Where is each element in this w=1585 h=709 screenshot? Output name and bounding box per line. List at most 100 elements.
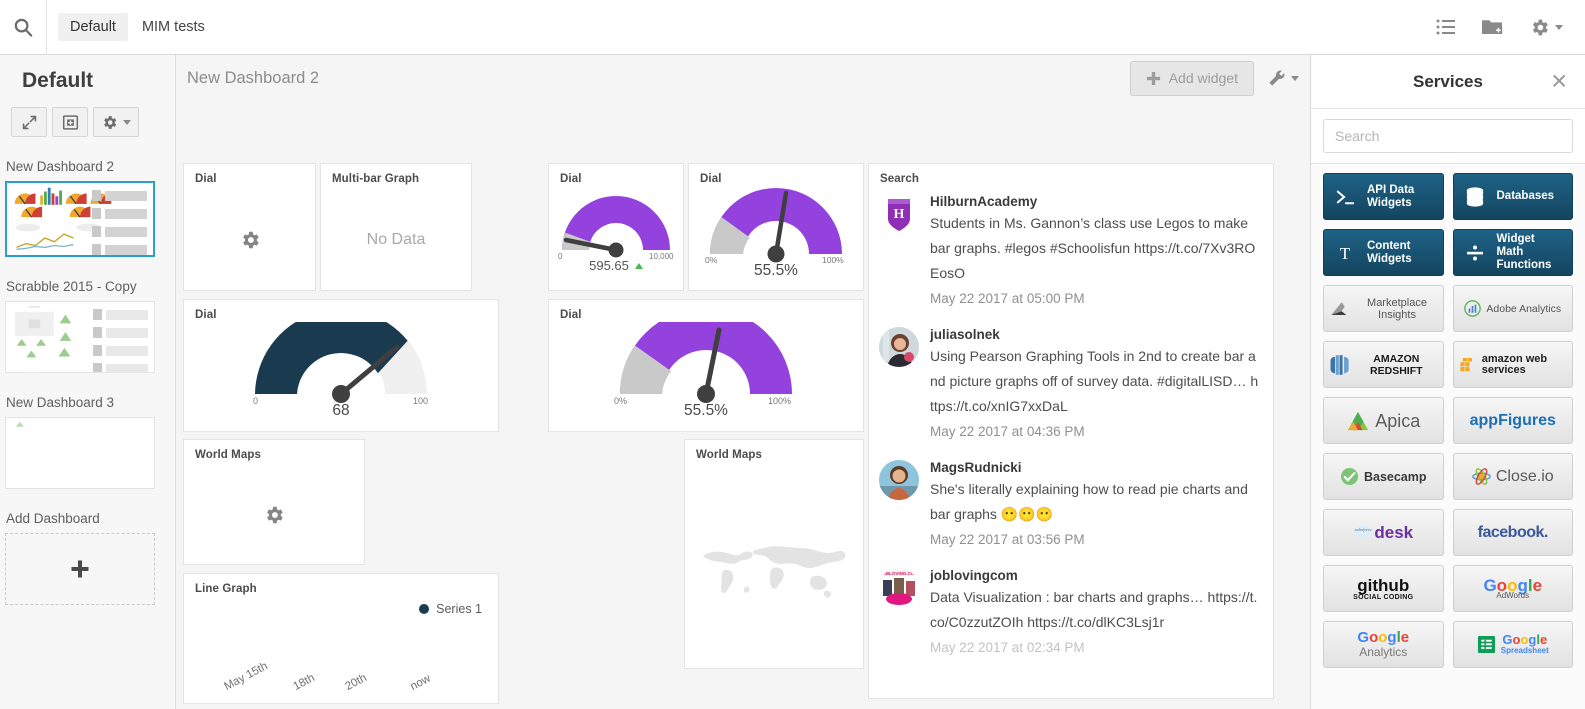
page-title: New Dashboard 2 <box>187 68 320 87</box>
service-tile-apica[interactable]: Apica <box>1323 397 1444 444</box>
list-item[interactable]: MagsRudnicki She's literally explaining … <box>879 460 1259 552</box>
close-icon[interactable]: ✕ <box>1550 71 1568 92</box>
import-box-icon[interactable] <box>52 107 88 137</box>
tweet-text: Using Pearson Graphing Tools in 2nd to c… <box>930 348 1259 414</box>
sidebar-item-new-dashboard-2[interactable] <box>5 181 155 257</box>
sidebar-item-scrabble-2015-copy[interactable] <box>5 301 155 373</box>
gear-icon <box>242 231 259 249</box>
widget-search-tweets[interactable]: Search H HilburnAcademy Students in Ms. … <box>868 163 1274 699</box>
add-folder-icon[interactable] <box>1482 18 1503 36</box>
list-icon[interactable] <box>1436 19 1456 35</box>
x-tick-label: May 15th <box>222 660 270 693</box>
service-tile-appfigures[interactable]: appFigures <box>1452 397 1573 444</box>
gauge-min-label: 0 <box>253 396 258 404</box>
service-tile-google-analytics[interactable]: Google Analytics <box>1323 621 1444 668</box>
gauge-dial-68: 0 100 68 <box>184 322 498 431</box>
world-map-graphic <box>703 546 846 598</box>
sidebar-toolbar <box>0 107 175 137</box>
tweet-timestamp: May 22 2017 at 04:36 PM <box>930 424 1085 439</box>
widget-title: World Maps <box>195 449 261 461</box>
add-widget-label: Add widget <box>1168 70 1238 86</box>
widget-title: Dial <box>560 173 582 185</box>
widget-dial-55-bottom[interactable]: Dial 0% 100% 55.5% <box>548 299 864 432</box>
widget-dial-55-top[interactable]: Dial 0% 100% 55.5% <box>688 163 864 291</box>
dashboard-thumbnail <box>15 421 24 427</box>
trend-up-icon <box>634 263 643 269</box>
gauge-value: 595.65 <box>589 258 629 273</box>
services-search-input[interactable] <box>1323 119 1573 153</box>
service-tile-facebook[interactable]: facebook. <box>1452 509 1573 556</box>
service-tile-amazon-web-services[interactable]: amazon web services <box>1452 341 1573 388</box>
service-tile-github[interactable]: github SOCIAL CODING <box>1323 565 1444 612</box>
widget-world-maps-placeholder[interactable]: World Maps <box>183 439 365 565</box>
divide-icon <box>1462 243 1488 263</box>
tweet-text: Data Visualization : bar charts and grap… <box>930 589 1258 630</box>
apica-icon <box>1348 411 1369 430</box>
service-category-databases[interactable]: Databases <box>1452 173 1573 220</box>
sidebar-item-new-dashboard-3[interactable] <box>5 417 155 489</box>
tweet-author[interactable]: joblovingcom <box>930 568 1259 583</box>
services-search-row <box>1311 109 1585 164</box>
gauge-value-row: 595.65 <box>549 258 683 273</box>
services-grid: API Data Widgets Databases T Content Wid… <box>1311 164 1585 709</box>
gauge-min-label: 0% <box>614 396 627 404</box>
spreadsheet-icon <box>1477 635 1495 654</box>
service-tile-google-adwords[interactable]: Google AdWords <box>1452 565 1573 612</box>
widget-dial-placeholder[interactable]: Dial <box>183 163 316 291</box>
tweet-text: She's literally explaining how to read p… <box>930 481 1248 522</box>
dashboard-area: New Dashboard 2 Add widget Dial Multi-ba… <box>176 55 1310 709</box>
avatar: JOBLOVING.COM <box>879 568 919 608</box>
widget-world-maps[interactable]: World Maps <box>684 439 864 669</box>
gauge-max-label: 100 <box>413 396 428 404</box>
widget-dial-68[interactable]: Dial 0 100 68 <box>183 299 499 432</box>
google-wordmark: Google <box>1502 631 1548 647</box>
service-category-api-data-widgets[interactable]: API Data Widgets <box>1323 173 1444 220</box>
svg-text:H: H <box>894 207 905 222</box>
add-widget-button[interactable]: Add widget <box>1129 60 1254 96</box>
widget-dial-595[interactable]: Dial 0 10,000 595.65 <box>548 163 684 291</box>
service-tile-close-io[interactable]: Close.io <box>1452 453 1573 500</box>
service-tile-marketplace-insights[interactable]: Marketplace Insights <box>1323 285 1444 332</box>
list-item[interactable]: JOBLOVING.COM joblovingcom Data Visualiz… <box>879 568 1259 660</box>
widget-multi-bar-graph[interactable]: Multi-bar Graph No Data <box>320 163 472 291</box>
avatar <box>879 460 919 500</box>
mags-rudnicki-photo-icon <box>879 460 919 500</box>
plus-icon <box>1146 71 1160 85</box>
sidebar-title: Default <box>22 69 94 92</box>
widget-title: Search <box>880 173 919 185</box>
services-panel: Services ✕ API Data Widgets <box>1310 55 1585 709</box>
widget-title: Dial <box>560 309 582 321</box>
service-tile-salesforce-desk[interactable]: salesforce desk <box>1323 509 1444 556</box>
service-tile-google-spreadsheet[interactable]: Google Spreadsheet <box>1452 621 1573 668</box>
expand-arrows-icon[interactable] <box>11 107 47 137</box>
service-category-content-widgets[interactable]: T Content Widgets <box>1323 229 1444 276</box>
tweet-author[interactable]: MagsRudnicki <box>930 460 1259 475</box>
top-bar-actions <box>1436 17 1585 38</box>
list-item[interactable]: juliasolnek Using Pearson Graphing Tools… <box>879 327 1259 444</box>
widget-title: Line Graph <box>195 583 257 595</box>
tab-mim-tests[interactable]: MIM tests <box>130 13 217 41</box>
dashboard-sidebar: Default New Dashboard 2 Scrabble 2015 - … <box>0 55 176 709</box>
wrench-icon[interactable] <box>1267 69 1299 88</box>
widget-line-graph[interactable]: Line Graph Series 1 May 15th 18th 20th n… <box>183 573 499 704</box>
tab-default[interactable]: Default <box>58 13 128 41</box>
gauge-dial-595: 0 10,000 595.65 <box>549 186 683 290</box>
tweet-author[interactable]: juliasolnek <box>930 327 1259 342</box>
tweet-author[interactable]: HilburnAcademy <box>930 194 1259 209</box>
settings-gear-icon[interactable] <box>1529 17 1563 38</box>
service-category-widget-math-functions[interactable]: Widget Math Functions <box>1452 229 1573 276</box>
add-dashboard-button[interactable] <box>5 533 155 605</box>
gauge-max-label: 10,000 <box>649 252 674 260</box>
list-item[interactable]: H HilburnAcademy Students in Ms. Gannon’… <box>879 194 1259 311</box>
service-tile-adobe-analytics[interactable]: Adobe Analytics <box>1452 285 1573 332</box>
tweet-list[interactable]: H HilburnAcademy Students in Ms. Gannon’… <box>869 190 1273 698</box>
service-tile-label: Adobe Analytics <box>1486 302 1562 315</box>
service-tile-amazon-redshift[interactable]: AMAZON REDSHIFT <box>1323 341 1444 388</box>
service-tile-basecamp[interactable]: Basecamp <box>1323 453 1444 500</box>
search-icon[interactable] <box>0 0 47 54</box>
widget-title: World Maps <box>696 449 762 461</box>
sidebar-gear-icon[interactable] <box>93 107 139 137</box>
add-dashboard-label: Add Dashboard <box>6 511 100 526</box>
service-tile-label: Analytics <box>1359 645 1408 660</box>
service-tile-label: AMAZON REDSHIFT <box>1370 352 1423 377</box>
